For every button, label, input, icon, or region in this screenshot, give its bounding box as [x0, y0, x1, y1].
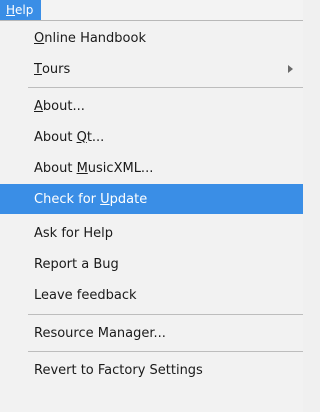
menu-item-ask-for-help[interactable]: Ask for Help — [0, 218, 303, 248]
submenu-arrow-icon — [288, 65, 293, 73]
menu-item-label: ours — [41, 61, 71, 77]
menu-bar: Help — [0, 0, 303, 20]
menu-item-mnemonic: T — [34, 61, 42, 77]
menu-item-revert-to-factory-settings[interactable]: Revert to Factory Settings — [0, 355, 303, 385]
menu-item-label: nline Handbook — [44, 30, 146, 46]
menu-item-label-prefix: About — [34, 129, 77, 145]
help-menu-label-rest: elp — [15, 3, 34, 17]
menu-item-mnemonic: Q — [76, 129, 87, 145]
menu-separator — [28, 87, 303, 88]
menu-item-mnemonic: O — [34, 30, 45, 46]
menu-item-mnemonic: U — [100, 191, 110, 207]
menu-item-online-handbook[interactable]: Online Handbook — [0, 23, 303, 53]
menu-item-label: Ask for Help — [34, 225, 113, 241]
help-menu-mnemonic: H — [6, 3, 16, 17]
menu-item-label-prefix: About — [34, 160, 77, 176]
menu-item-label: usicXML... — [87, 160, 154, 176]
menu-item-about[interactable]: About... — [0, 91, 303, 121]
menu-item-resource-manager[interactable]: Resource Manager... — [0, 318, 303, 348]
menu-item-mnemonic: M — [76, 160, 88, 176]
help-dropdown-menu: Online Handbook Tours About... About Qt.… — [0, 20, 303, 412]
menu-item-label: Revert to Factory Settings — [34, 362, 203, 378]
menu-separator — [28, 351, 303, 352]
menu-item-report-a-bug[interactable]: Report a Bug — [0, 249, 303, 279]
menu-item-tours[interactable]: Tours — [0, 54, 303, 84]
menu-item-label-prefix: Check for — [34, 191, 101, 207]
menu-separator — [28, 314, 303, 315]
menu-item-label: bout... — [42, 98, 85, 114]
menu-item-label: Resource Manager... — [34, 325, 166, 341]
menu-item-label: pdate — [109, 191, 148, 207]
menu-item-about-musicxml[interactable]: About MusicXML... — [0, 153, 303, 183]
menu-item-leave-feedback[interactable]: Leave feedback — [0, 280, 303, 310]
menu-item-label: t... — [86, 129, 105, 145]
menu-item-check-for-update[interactable]: Check for Update — [0, 184, 303, 214]
menu-item-label: Report a Bug — [34, 256, 119, 272]
menu-item-label: Leave feedback — [34, 287, 137, 303]
menu-item-about-qt[interactable]: About Qt... — [0, 122, 303, 152]
help-menu-title[interactable]: Help — [0, 0, 41, 20]
menu-item-mnemonic: A — [34, 98, 43, 114]
